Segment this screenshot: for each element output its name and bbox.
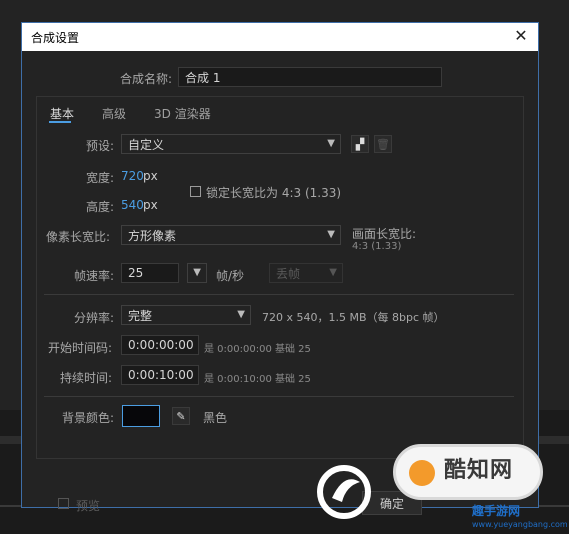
duration-input[interactable]: 0:00:10:00 [121, 365, 199, 385]
pixel-aspect-dropdown[interactable]: 方形像素 ▼ [121, 225, 341, 245]
lock-aspect-label: 锁定长宽比为 4:3 (1.33) [206, 186, 342, 200]
watermark-site-name: 趣手游网 [472, 504, 521, 518]
eyedropper-icon: ✎ [176, 409, 186, 423]
section-divider [44, 294, 514, 295]
frame-rate-unit: 帧/秒 [216, 269, 245, 283]
composition-settings-dialog: 合成设置 ✕ 合成名称: 合成 1 基本 高级 3D 渲染器 预设: 自定义 ▼… [21, 22, 539, 515]
tab-basic[interactable]: 基本 [50, 105, 74, 122]
preview-label: 预览 [76, 499, 101, 513]
start-timecode-info: 是 0:00:00:00 基础 25 [204, 344, 311, 355]
preview-checkbox[interactable] [58, 498, 69, 509]
start-timecode-value: 0:00:00:00 [128, 338, 194, 352]
pixel-aspect-label: 像素长宽比: [46, 230, 111, 244]
trash-icon: 🗑 [376, 137, 390, 151]
preset-label: 预设: [86, 139, 115, 153]
resolution-label: 分辨率: [74, 311, 115, 325]
frame-rate-value: 25 [128, 266, 144, 280]
drop-frame-dropdown[interactable]: 丢帧 ▼ [269, 263, 343, 283]
comp-name-input[interactable]: 合成 1 [178, 67, 442, 87]
save-icon: ▞ [355, 137, 365, 151]
close-button[interactable]: ✕ [512, 27, 530, 45]
preset-value: 自定义 [128, 137, 165, 152]
watermark-orange-icon [409, 460, 435, 486]
height-unit: px [143, 198, 158, 212]
active-tab-indicator [49, 121, 71, 123]
start-timecode-input[interactable]: 0:00:00:00 [121, 335, 199, 355]
width-value[interactable]: 720 [121, 169, 144, 183]
frame-aspect-value: 4:3 (1.33) [352, 241, 402, 252]
delete-preset-button[interactable]: 🗑 [374, 135, 392, 153]
section-divider [44, 396, 514, 397]
duration-value: 0:00:10:00 [128, 368, 194, 382]
chevron-down-icon: ▼ [327, 138, 335, 149]
resolution-value: 完整 [128, 308, 153, 323]
drop-frame-value: 丢帧 [276, 266, 301, 281]
title-bar: 合成设置 ✕ [22, 23, 538, 51]
background-color-swatch[interactable] [122, 405, 160, 427]
background-color-name: 黑色 [203, 411, 228, 425]
height-value[interactable]: 540 [121, 198, 144, 212]
save-preset-button[interactable]: ▞ [351, 135, 369, 153]
comp-name-value: 合成 1 [185, 70, 221, 85]
tab-3d-renderer[interactable]: 3D 渲染器 [154, 105, 211, 122]
tab-advanced[interactable]: 高级 [102, 105, 126, 122]
start-timecode-label: 开始时间码: [48, 341, 113, 355]
eyedropper-button[interactable]: ✎ [172, 407, 190, 425]
resolution-info: 720 x 540，1.5 MB（每 8bpc 帧） [262, 311, 445, 324]
background-color-label: 背景颜色: [62, 411, 115, 425]
watermark-text: 酷知网 [444, 458, 514, 483]
chevron-down-icon: ▼ [329, 267, 337, 278]
dialog-title: 合成设置 [31, 30, 80, 45]
frame-rate-dropdown[interactable]: ▼ [187, 263, 207, 283]
pixel-aspect-value: 方形像素 [128, 228, 177, 243]
watermark-url: www.yueyangbang.com [472, 520, 568, 529]
frame-aspect-label: 画面长宽比: [352, 227, 417, 241]
preset-dropdown[interactable]: 自定义 ▼ [121, 134, 341, 154]
duration-info: 是 0:00:10:00 基础 25 [204, 374, 311, 385]
frame-rate-input[interactable]: 25 [121, 263, 179, 283]
chevron-down-icon: ▼ [237, 309, 245, 320]
duration-label: 持续时间: [60, 371, 113, 385]
chevron-down-icon: ▼ [193, 267, 201, 278]
chevron-down-icon: ▼ [327, 229, 335, 240]
width-label: 宽度: [86, 171, 115, 185]
lock-aspect-checkbox[interactable] [190, 186, 201, 197]
width-unit: px [143, 169, 158, 183]
frame-rate-label: 帧速率: [74, 269, 115, 283]
resolution-dropdown[interactable]: 完整 ▼ [121, 305, 251, 325]
height-label: 高度: [86, 200, 115, 214]
watermark-logo-icon [317, 465, 371, 519]
comp-name-label: 合成名称: [120, 72, 173, 86]
